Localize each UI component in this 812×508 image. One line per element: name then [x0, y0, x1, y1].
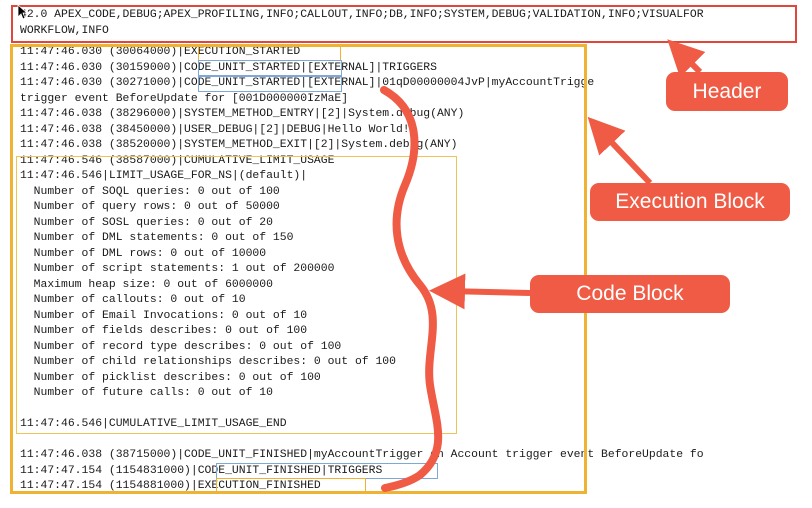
header-arrow — [667, 39, 706, 78]
cursor-icon — [17, 4, 27, 20]
callout-execution-block: Execution Block — [590, 183, 790, 221]
code-block-arrow — [429, 273, 531, 310]
callout-header: Header — [666, 72, 788, 111]
squiggle-line — [380, 86, 443, 492]
callout-code-block: Code Block — [530, 275, 730, 313]
execution-block-arrow — [587, 116, 653, 186]
